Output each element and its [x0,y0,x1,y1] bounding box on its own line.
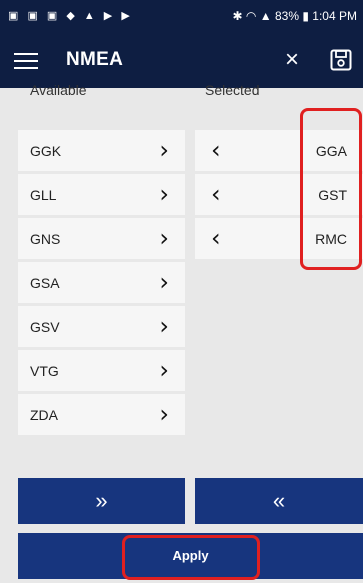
chevron-right-icon[interactable]: › [159,268,169,296]
notification-icons: ▣ ▣ ▣ ◆ ▲ ▶ ▶ [8,10,133,22]
list-item[interactable]: ZDA › [18,394,185,438]
item-label: GNS [30,231,61,247]
battery-icon: ▮ [302,9,309,23]
available-header: Available [30,82,87,98]
apply-highlight [122,535,260,580]
list-item[interactable]: GSV › [18,306,185,350]
signal-icon: ▲ [259,9,272,23]
item-label: ZDA [30,407,58,423]
status-bar: ▣ ▣ ▣ ◆ ▲ ▶ ▶ ✱ ◠ ▲ 83% ▮ 1:04 PM [0,0,363,34]
available-list: GGK › GLL › GNS › GSA › GSV › VTG › ZDA › [18,130,185,438]
remove-all-button[interactable]: « [195,478,363,524]
item-label: VTG [30,363,59,379]
add-all-button[interactable]: » [18,478,185,524]
close-icon[interactable]: × [285,45,299,75]
item-label: GLL [30,187,57,203]
item-label: GGK [30,143,62,159]
save-icon[interactable] [330,49,352,71]
chevron-right-icon[interactable]: › [159,312,169,340]
wifi-icon: ◠ [245,9,257,23]
chevron-right-icon[interactable]: › [159,224,169,252]
list-item[interactable]: GLL › [18,174,185,218]
status-right: ✱ ◠ ▲ 83% ▮ 1:04 PM [233,9,358,23]
chevron-right-icon[interactable]: › [159,400,169,428]
list-item[interactable]: GSA › [18,262,185,306]
page-title: NMEA [66,49,124,70]
chevron-right-icon[interactable]: › [159,180,169,208]
bluetooth-icon: ✱ [232,9,243,23]
item-label: GSA [30,275,60,291]
clock: 1:04 PM [312,9,357,23]
menu-icon[interactable] [12,48,40,74]
chevron-right-icon[interactable]: › [159,136,169,164]
selected-header: Selected [205,82,260,98]
battery-percent: 83% [274,9,299,23]
list-item[interactable]: GNS › [18,218,185,262]
list-item[interactable]: GGK › [18,130,185,174]
item-label: GSV [30,319,60,335]
selected-highlight [300,108,362,270]
list-item[interactable]: VTG › [18,350,185,394]
chevron-right-icon[interactable]: › [159,356,169,384]
app-bar: NMEA × [0,34,363,88]
